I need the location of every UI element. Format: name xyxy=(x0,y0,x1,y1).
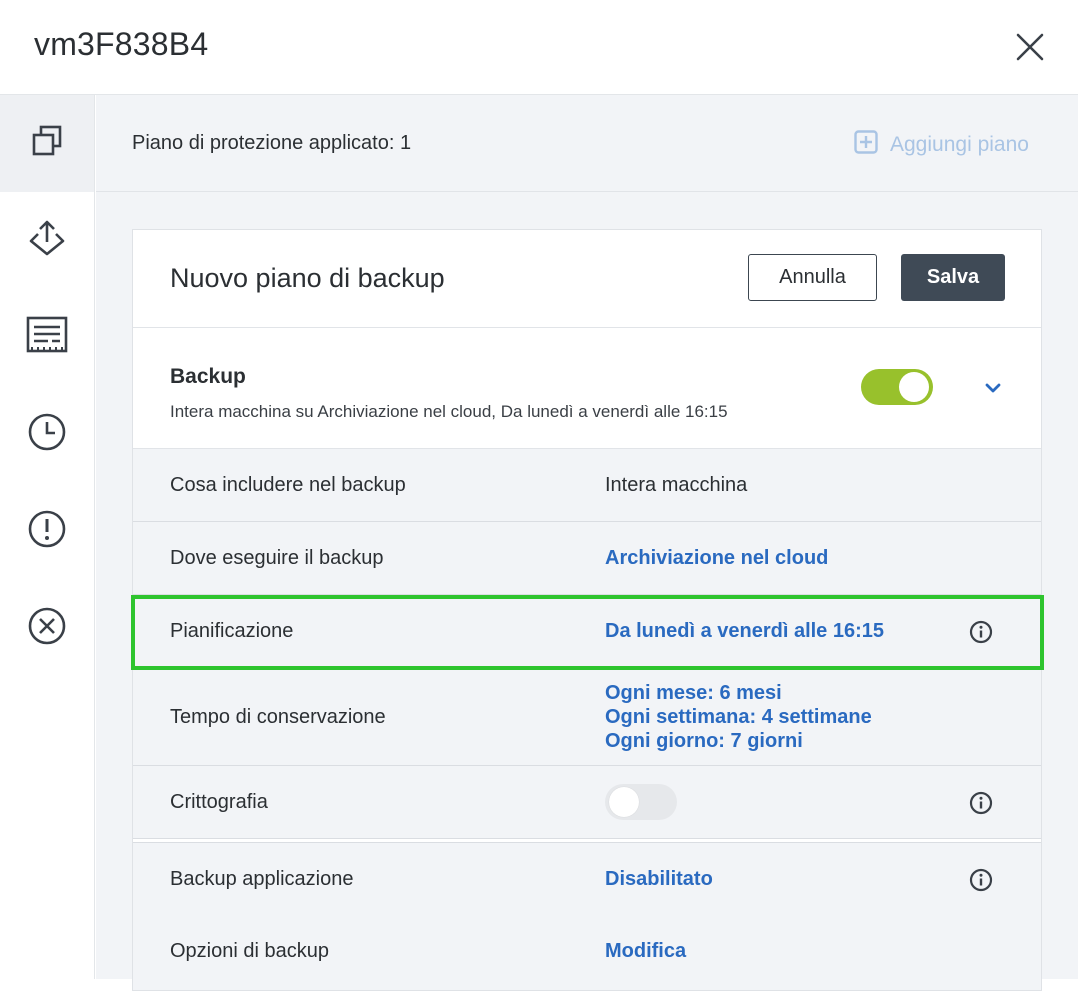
row-label: Pianificazione xyxy=(170,620,294,642)
row-label: Tempo di conservazione xyxy=(170,706,386,728)
row-value: Intera macchina xyxy=(605,474,748,496)
copy-squares-icon xyxy=(30,124,64,163)
plan-title: Nuovo piano di backup xyxy=(170,263,445,293)
close-icon[interactable] xyxy=(1010,27,1050,67)
retention-daily-link[interactable]: Ogni giorno: 7 giorni xyxy=(605,729,872,753)
sidebar-item-alerts[interactable] xyxy=(0,483,94,580)
backup-module: Backup Intera macchina su Archiviazione … xyxy=(133,328,1041,449)
plan-bar: Piano di protezione applicato: 1 Aggiung… xyxy=(96,95,1078,192)
save-button[interactable]: Salva xyxy=(901,254,1005,301)
row-label: Cosa includere nel backup xyxy=(170,474,406,496)
row-label: Crittografia xyxy=(170,791,268,813)
plus-square-icon xyxy=(854,130,890,160)
add-plan-button[interactable]: Aggiungi piano xyxy=(854,130,1029,160)
backup-toggle[interactable] xyxy=(861,369,933,405)
retention-values: Ogni mese: 6 mesi Ogni settimana: 4 sett… xyxy=(605,681,872,753)
row-label: Dove eseguire il backup xyxy=(170,547,384,569)
backup-module-description: Intera macchina su Archiviazione nel clo… xyxy=(170,402,728,421)
upload-arrow-icon xyxy=(27,218,67,263)
add-plan-label: Aggiungi piano xyxy=(890,133,1029,156)
row-schedule: Pianificazione Da lunedì a venerdì alle … xyxy=(133,595,1041,669)
backup-plan-card: Nuovo piano di backup Annulla Salva Back… xyxy=(132,229,1042,991)
row-retention: Tempo di conservazione Ogni mese: 6 mesi… xyxy=(133,669,1041,766)
row-label: Opzioni di backup xyxy=(170,940,329,962)
main-panel: Piano di protezione applicato: 1 Aggiung… xyxy=(96,95,1078,991)
schedule-link[interactable]: Da lunedì a venerdì alle 16:15 xyxy=(605,620,884,643)
row-application-backup: Backup applicazione Disabilitato xyxy=(133,842,1041,916)
exclamation-circle-icon xyxy=(27,509,67,554)
info-icon[interactable] xyxy=(969,868,993,892)
sidebar-item-recovery[interactable] xyxy=(0,192,94,289)
dialog-header: vm3F838B4 xyxy=(0,0,1078,95)
applied-plans-text: Piano di protezione applicato: 1 xyxy=(132,132,412,154)
row-backup-destination: Dove eseguire il backup Archiviazione ne… xyxy=(133,522,1041,595)
destination-link[interactable]: Archiviazione nel cloud xyxy=(605,547,828,570)
sidebar-item-plans[interactable] xyxy=(0,95,94,192)
sidebar-item-history[interactable] xyxy=(0,386,94,483)
chevron-down-icon[interactable] xyxy=(981,376,1005,400)
backup-options-link[interactable]: Modifica xyxy=(605,940,686,963)
window-title: vm3F838B4 xyxy=(34,26,209,62)
info-icon[interactable] xyxy=(969,791,993,815)
cancel-button[interactable]: Annulla xyxy=(748,254,877,301)
sidebar-item-reports[interactable] xyxy=(0,289,94,386)
retention-monthly-link[interactable]: Ogni mese: 6 mesi xyxy=(605,681,872,705)
x-circle-icon xyxy=(27,606,67,651)
sidebar xyxy=(0,95,95,979)
retention-weekly-link[interactable]: Ogni settimana: 4 settimane xyxy=(605,705,872,729)
row-encryption: Crittografia xyxy=(133,766,1041,839)
application-backup-link[interactable]: Disabilitato xyxy=(605,868,713,891)
clock-icon xyxy=(27,412,67,457)
document-list-icon xyxy=(26,315,68,360)
backup-module-title: Backup xyxy=(170,365,246,388)
row-label: Backup applicazione xyxy=(170,868,354,890)
info-icon[interactable] xyxy=(969,620,993,644)
row-what-to-backup: Cosa includere nel backup Intera macchin… xyxy=(133,449,1041,522)
encryption-toggle[interactable] xyxy=(605,784,677,820)
card-header: Nuovo piano di backup Annulla Salva xyxy=(133,230,1041,328)
sidebar-item-remove[interactable] xyxy=(0,580,94,677)
